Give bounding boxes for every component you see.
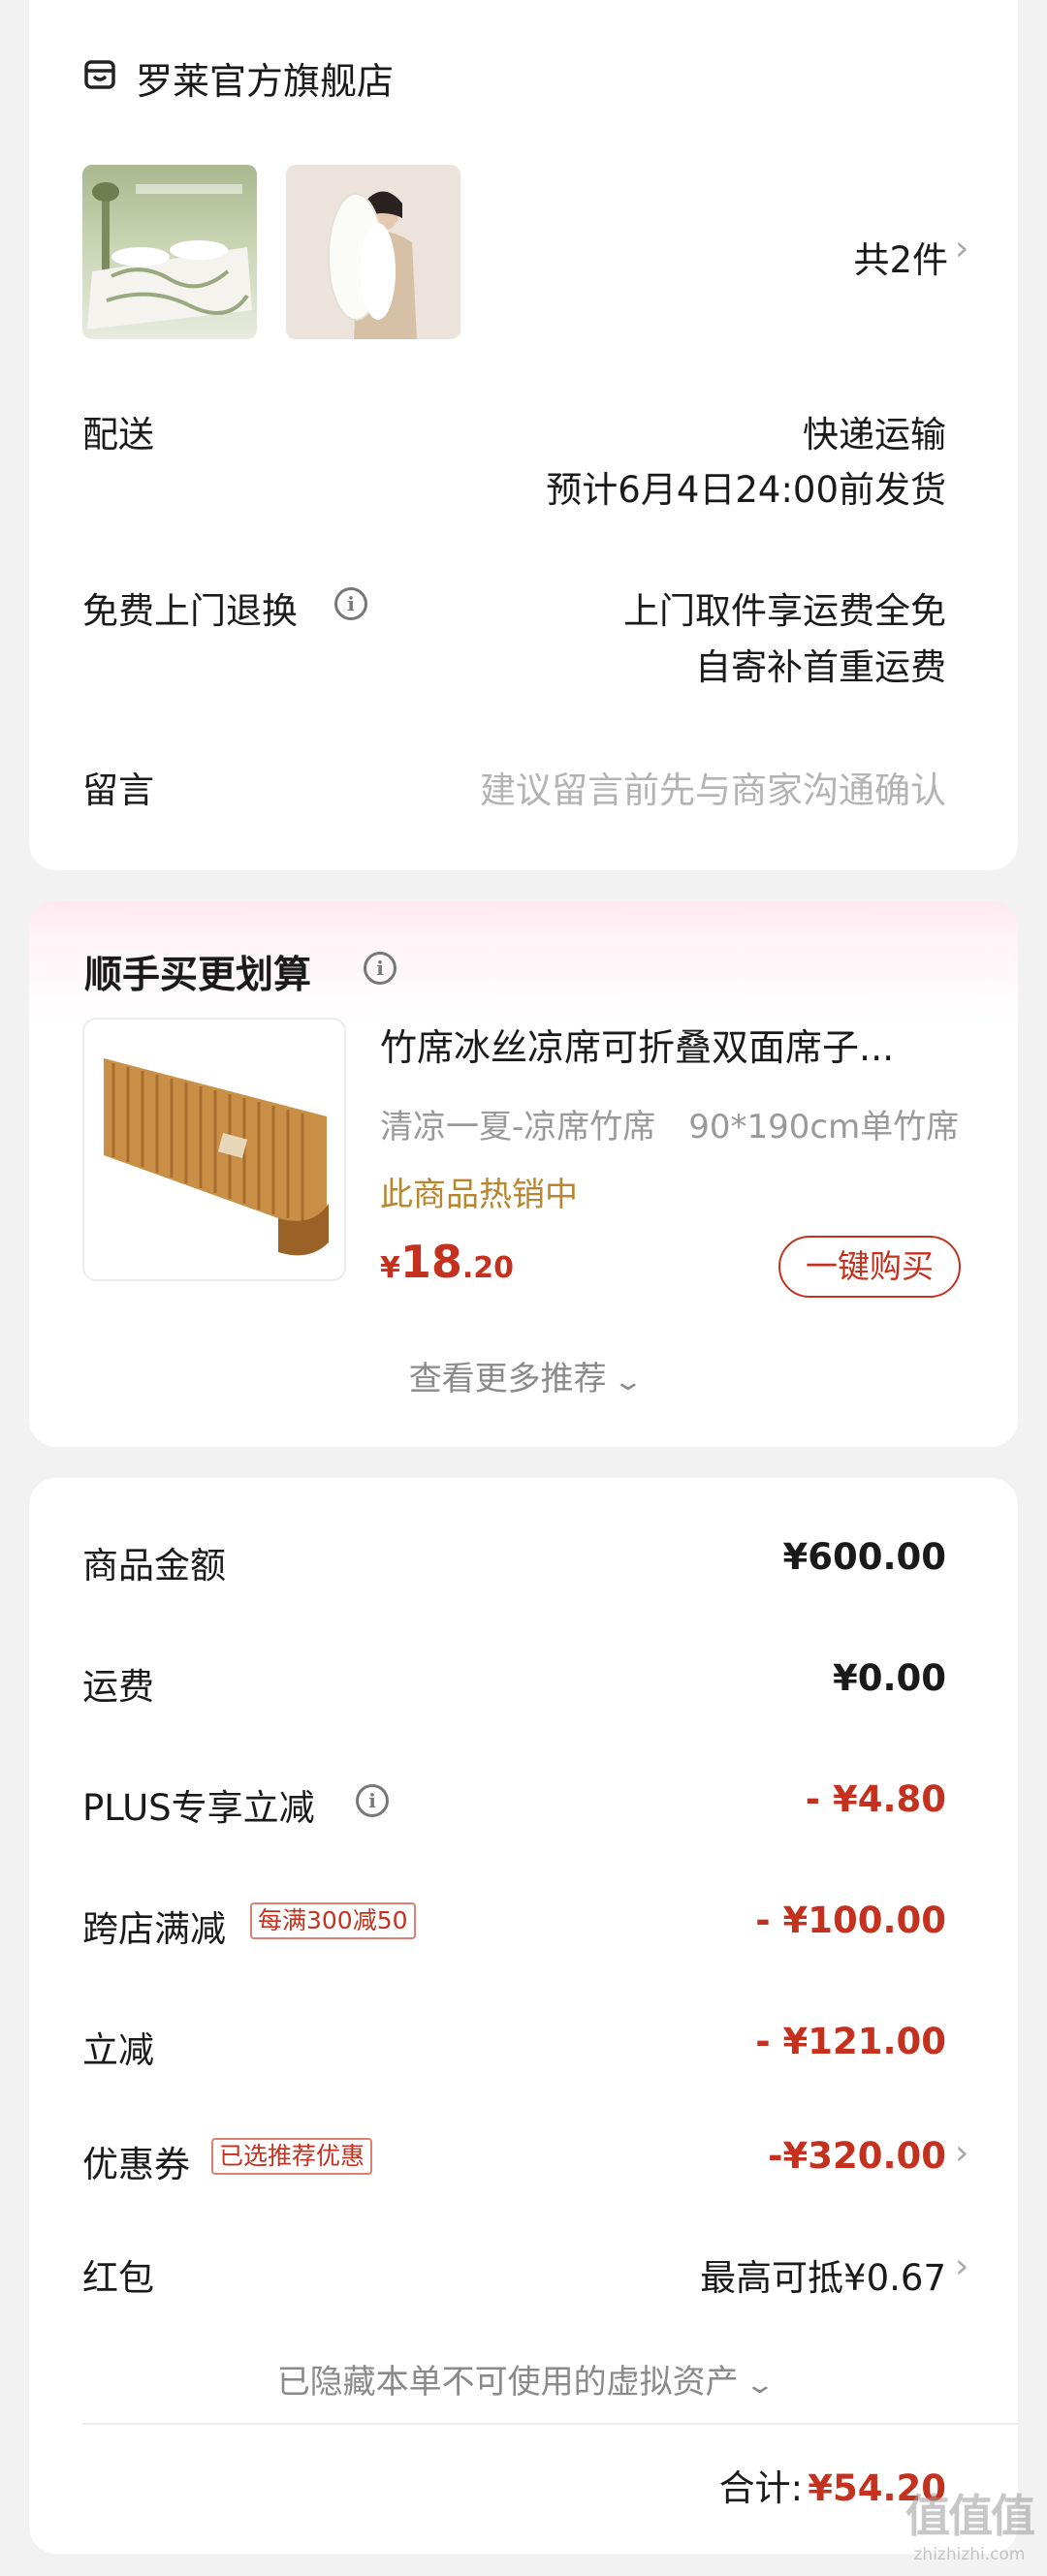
product-thumbnail-pillow[interactable] — [286, 165, 460, 339]
hidden-assets-toggle[interactable]: 已隐藏本单不可使用的虚拟资产 ⌄ — [29, 2355, 1018, 2403]
red-packet-label[interactable]: 红包 — [82, 2248, 154, 2301]
watermark-site: zhizhizhi.com — [913, 2545, 1026, 2564]
product-thumbnail-bedding[interactable] — [82, 165, 257, 339]
chevron-right-icon[interactable]: › — [955, 2246, 968, 2286]
chevron-down-icon: ⌄ — [744, 2371, 776, 2400]
returns-line2: 自寄补首重运费 — [695, 646, 946, 688]
returns-line1: 上门取件享运费全免 — [623, 590, 946, 632]
one-click-buy-button[interactable]: 一键购买 — [778, 1236, 961, 1298]
chevron-right-icon[interactable]: › — [955, 2133, 968, 2173]
cross-store-tag: 每满300减50 — [250, 1902, 416, 1939]
delivery-label: 配送 — [82, 414, 154, 456]
cross-store-discount-label: 跨店满减 — [82, 1908, 226, 1950]
watermark-logo: 值值值 — [905, 2490, 1035, 2542]
returns-label: 免费上门退换 — [82, 590, 298, 632]
subtotal-label: 商品金额 — [82, 1545, 226, 1586]
hot-sale-label: 此商品热销中 — [380, 1176, 578, 1214]
store-order-card: 罗莱官方旗舰店 共2件 › 配送 快递运输 预计6月4日24:00前发货 免费上… — [29, 0, 1018, 870]
coupon-tag: 已选推荐优惠 — [211, 2138, 373, 2175]
delivery-method[interactable]: 快递运输 — [803, 405, 946, 457]
message-label: 留言 — [82, 770, 154, 811]
divider — [82, 2423, 1018, 2425]
recommend-card: 顺手买更划算 i 竹席冰丝凉席可折叠双面席子... 清凉一夏-凉席竹席 90*1… — [29, 901, 1018, 1447]
info-icon[interactable]: i — [356, 1784, 389, 1817]
recommend-product-spec: 清凉一夏-凉席竹席 90*190cm单竹席 — [380, 1108, 960, 1147]
see-more-recommend-button[interactable]: 查看更多推荐 ⌄ — [29, 1352, 1018, 1399]
info-icon[interactable]: i — [334, 587, 367, 620]
store-name[interactable]: 罗莱官方旗舰店 — [136, 51, 394, 105]
shipping-fee-value: ¥0.00 — [832, 1657, 946, 1699]
recommend-product-title[interactable]: 竹席冰丝凉席可折叠双面席子... — [380, 1018, 894, 1071]
message-input[interactable]: 建议留言前先与商家沟通确认 — [480, 761, 946, 813]
instant-discount-label: 立减 — [82, 2029, 154, 2071]
price-summary-card: 商品金额 ¥600.00 运费 ¥0.00 PLUS专享立减 i - ¥4.80… — [29, 1478, 1018, 2554]
cross-store-discount-value: - ¥100.00 — [755, 1900, 946, 1941]
delivery-eta: 预计6月4日24:00前发货 — [546, 469, 946, 511]
instant-discount-value: - ¥121.00 — [755, 2021, 946, 2062]
watermark: 值值值 zhizhizhi.com — [902, 2481, 1037, 2564]
plus-discount-value: - ¥4.80 — [805, 1778, 946, 1820]
subtotal-value: ¥600.00 — [782, 1536, 946, 1578]
chevron-down-icon: ⌄ — [612, 1367, 644, 1397]
recommend-title: 顺手买更划算 — [84, 954, 312, 997]
recommend-price: ¥18.20 — [380, 1236, 515, 1288]
item-count[interactable]: 共2件 — [785, 231, 948, 283]
recommend-product-image[interactable] — [82, 1018, 346, 1281]
plus-discount-label: PLUS专享立减 — [82, 1787, 315, 1829]
info-icon[interactable]: i — [364, 952, 397, 985]
coupon-value[interactable]: -¥320.00 — [768, 2135, 946, 2177]
shipping-fee-label: 运费 — [82, 1666, 154, 1708]
coupon-label[interactable]: 优惠券 — [82, 2135, 190, 2187]
store-icon — [83, 58, 116, 95]
chevron-right-icon[interactable]: › — [955, 229, 968, 268]
red-packet-value[interactable]: 最高可抵¥0.67 — [700, 2248, 946, 2301]
